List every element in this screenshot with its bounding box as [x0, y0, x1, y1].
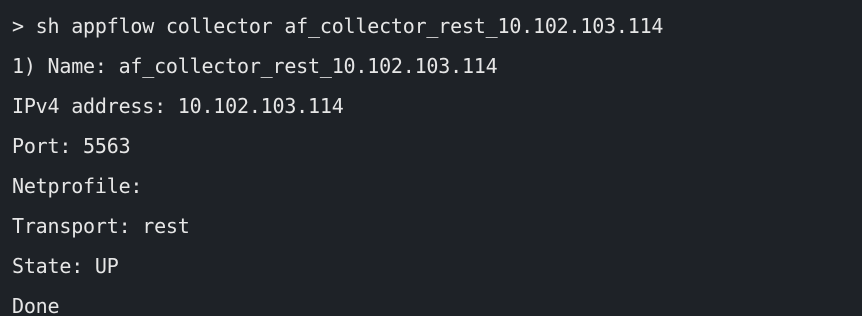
port-line: Port: 5563 — [12, 134, 131, 158]
command-line: > sh appflow collector af_collector_rest… — [12, 14, 664, 38]
collector-name-line: 1) Name: af_collector_rest_10.102.103.11… — [12, 54, 498, 78]
terminal-output[interactable]: > sh appflow collector af_collector_rest… — [0, 0, 862, 316]
ipv4-address-line: IPv4 address: 10.102.103.114 — [12, 94, 344, 118]
transport-line: Transport: rest — [12, 214, 190, 238]
done-line: Done — [12, 294, 60, 316]
state-line: State: UP — [12, 254, 119, 278]
netprofile-line: Netprofile: — [12, 174, 143, 198]
